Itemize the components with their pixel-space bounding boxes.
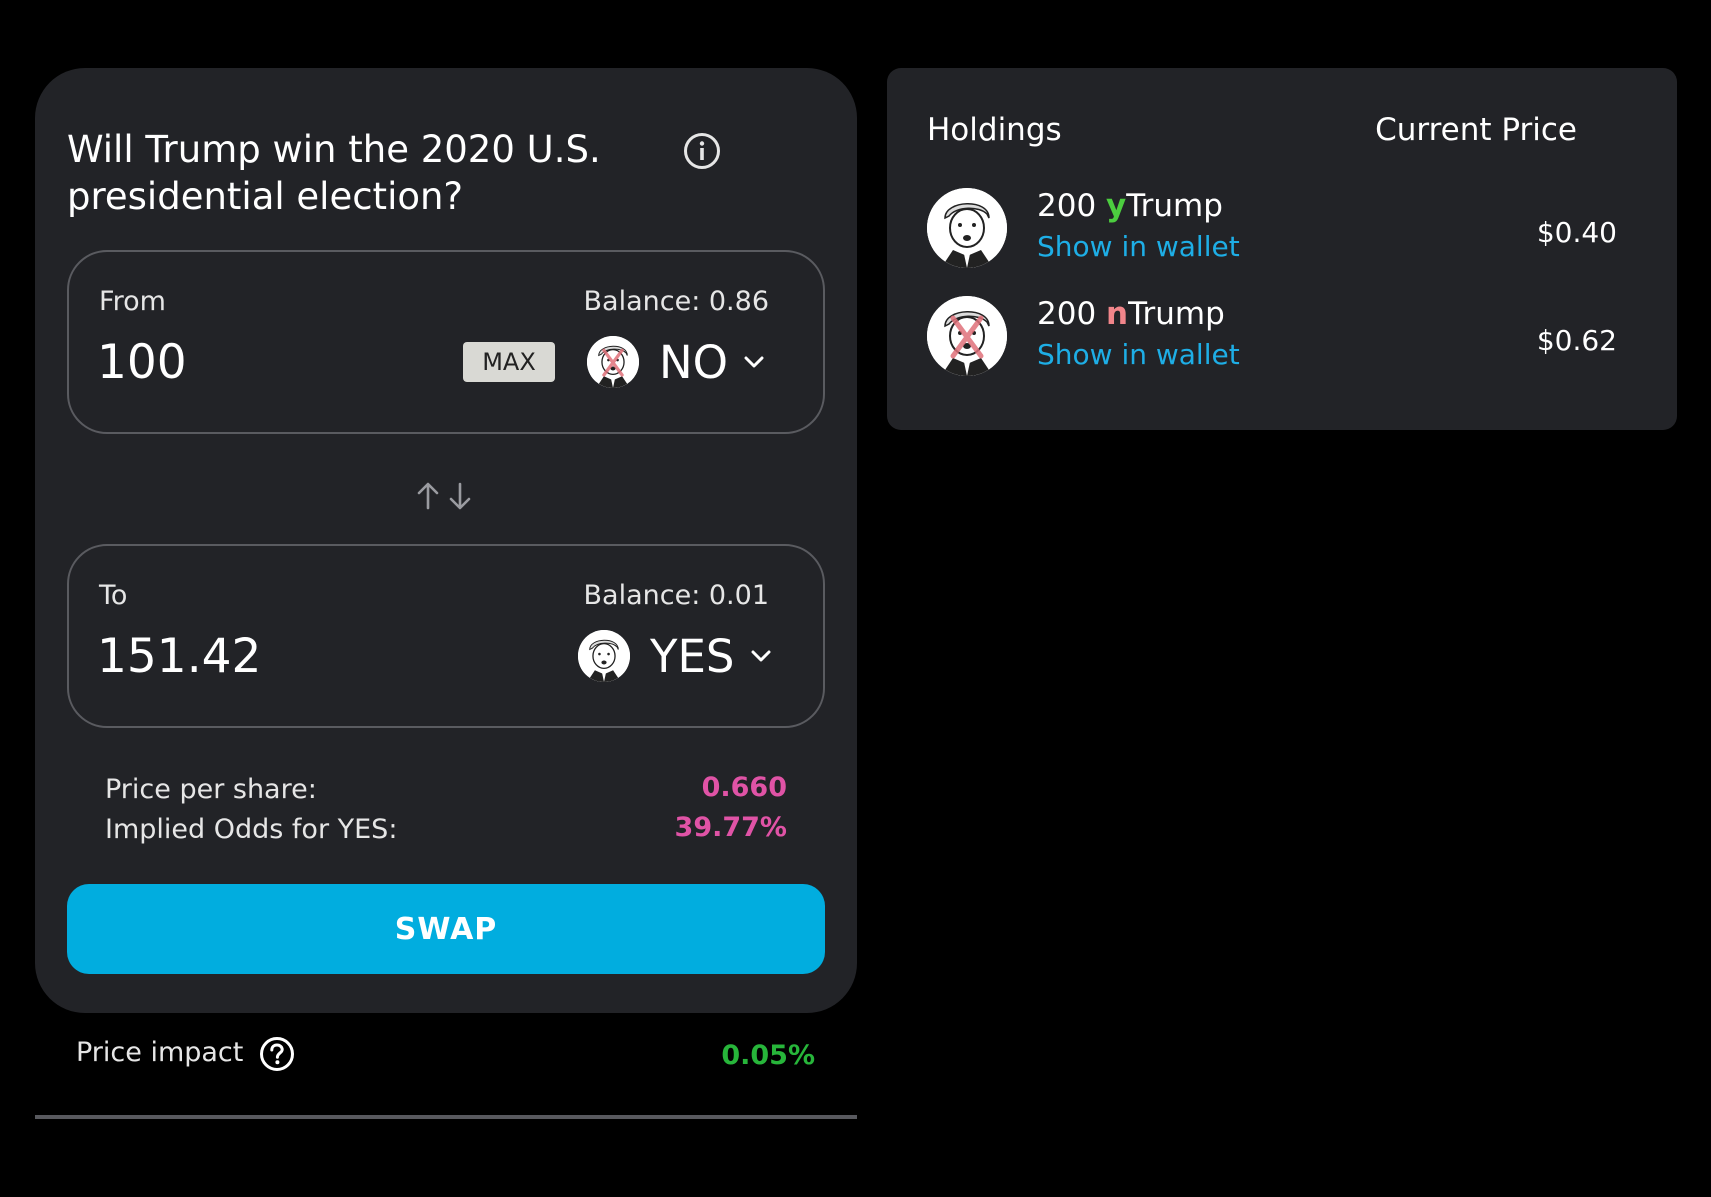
info-icon[interactable] — [683, 132, 721, 170]
holding-row-ytrump: 200 yTrump Show in wallet $0.40 — [927, 188, 1617, 270]
implied-odds-value: 39.77% — [674, 812, 787, 843]
to-amount-input[interactable] — [97, 624, 437, 688]
market-question: Will Trump win the 2020 U.S. presidentia… — [67, 128, 601, 218]
max-button[interactable]: MAX — [463, 342, 555, 382]
holding-prefix: n — [1106, 296, 1129, 332]
implied-odds-label: Implied Odds for YES: — [105, 814, 398, 845]
price-per-share-row: Price per share: 0.660 — [105, 772, 787, 814]
show-in-wallet-link[interactable]: Show in wallet — [1037, 338, 1240, 371]
holding-prefix: y — [1106, 188, 1127, 224]
help-icon[interactable] — [259, 1036, 295, 1072]
to-token-box: To Balance: 0.01 YES — [67, 544, 825, 728]
trump-yes-icon — [927, 188, 1007, 268]
price-per-share-value: 0.660 — [701, 772, 787, 803]
price-impact-value: 0.05% — [721, 1040, 815, 1071]
trump-yes-icon — [578, 630, 630, 682]
divider — [35, 1115, 857, 1119]
from-token-select[interactable]: NO — [587, 334, 768, 390]
to-label: To — [99, 580, 128, 611]
from-amount-input[interactable] — [97, 330, 437, 394]
from-balance: Balance: 0.86 — [583, 286, 769, 317]
implied-odds-row: Implied Odds for YES: 39.77% — [105, 812, 787, 854]
trump-no-icon — [587, 336, 639, 388]
price-per-share-label: Price per share: — [105, 774, 317, 805]
holding-row-ntrump: 200 nTrump Show in wallet $0.62 — [927, 296, 1617, 378]
to-token-select[interactable]: YES — [578, 628, 775, 684]
holding-price: $0.40 — [1536, 216, 1617, 249]
to-balance: Balance: 0.01 — [583, 580, 769, 611]
from-token-symbol: NO — [659, 335, 729, 389]
holding-name: Trump — [1126, 188, 1223, 224]
holding-name: Trump — [1128, 296, 1225, 332]
holdings-card: Holdings Current Price 200 yTrump Show i… — [887, 68, 1677, 430]
holding-amount: 200 nTrump — [1037, 296, 1225, 332]
swap-button[interactable]: SWAP — [67, 884, 825, 974]
from-token-box: From Balance: 0.86 MAX NO — [67, 250, 825, 434]
holding-price: $0.62 — [1536, 324, 1617, 357]
current-price-header: Current Price — [1375, 112, 1577, 148]
holding-quantity: 200 — [1037, 296, 1097, 332]
holding-amount: 200 yTrump — [1037, 188, 1223, 224]
to-token-symbol: YES — [650, 629, 735, 683]
price-impact-label: Price impact — [76, 1037, 244, 1068]
holdings-title: Holdings — [927, 112, 1062, 148]
show-in-wallet-link[interactable]: Show in wallet — [1037, 230, 1240, 263]
chevron-down-icon — [751, 650, 770, 662]
trade-details: Price per share: 0.660 Implied Odds for … — [105, 772, 787, 854]
swap-direction-icon[interactable] — [412, 480, 476, 512]
from-label: From — [99, 286, 166, 317]
swap-card: Will Trump win the 2020 U.S. presidentia… — [35, 68, 857, 1013]
trump-no-icon — [927, 296, 1007, 376]
chevron-down-icon — [744, 356, 764, 368]
holding-quantity: 200 — [1037, 188, 1097, 224]
